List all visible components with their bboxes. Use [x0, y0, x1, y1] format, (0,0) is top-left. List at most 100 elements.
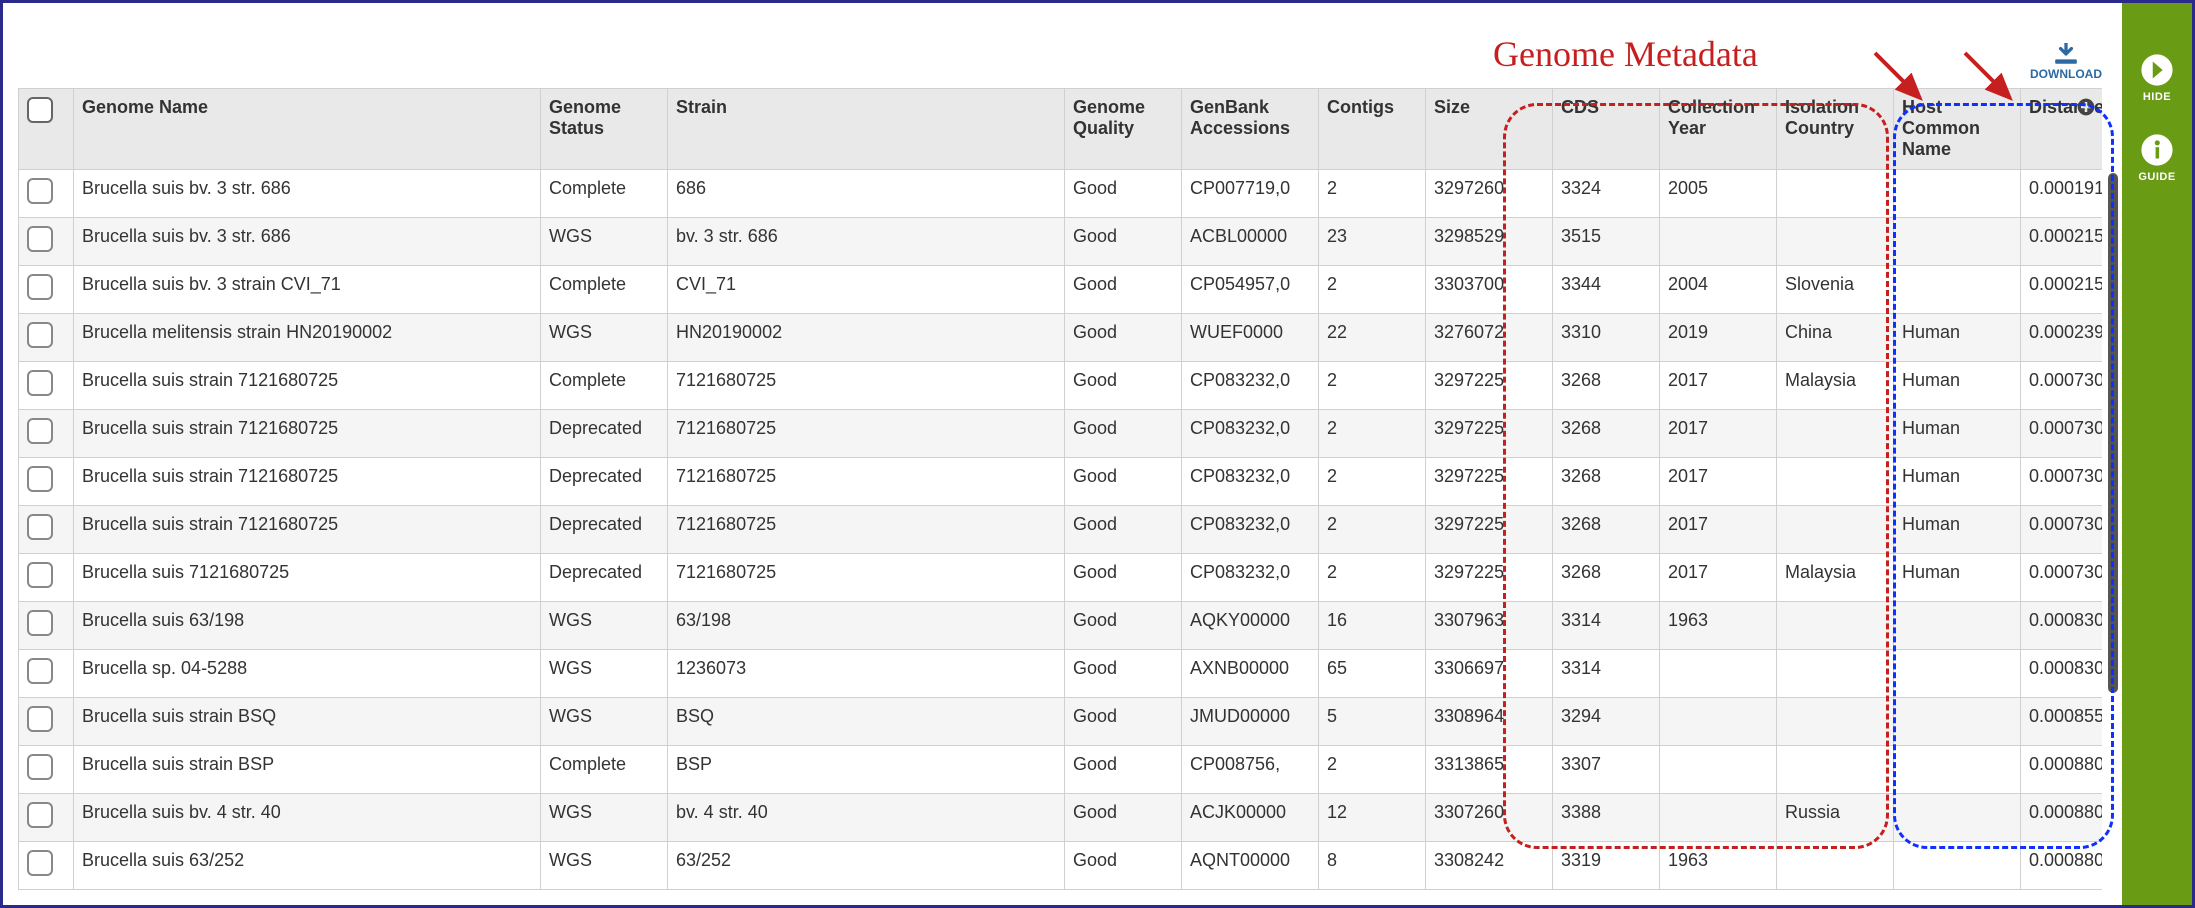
cell-quality: Good: [1065, 650, 1182, 698]
cell-iso: [1777, 458, 1894, 506]
row-checkbox[interactable]: [27, 274, 53, 300]
table-row[interactable]: Brucella sp. 04-5288WGS1236073GoodAXNB00…: [19, 650, 2103, 698]
row-select-cell: [19, 650, 74, 698]
col-cds[interactable]: CDS: [1553, 89, 1660, 170]
hide-button[interactable]: HIDE: [2140, 53, 2174, 103]
col-genbank-accessions[interactable]: GenBank Accessions: [1182, 89, 1319, 170]
info-circle-icon: [2140, 133, 2174, 167]
table-row[interactable]: Brucella suis bv. 3 str. 686Complete686G…: [19, 170, 2103, 218]
cell-iso: Malaysia: [1777, 362, 1894, 410]
vertical-scrollbar[interactable]: [2108, 173, 2118, 693]
row-checkbox[interactable]: [27, 706, 53, 732]
cell-gb: CP083232,0: [1182, 554, 1319, 602]
row-checkbox[interactable]: [27, 514, 53, 540]
cell-name: Brucella suis strain 7121680725: [74, 506, 541, 554]
cell-size: 3307260: [1426, 794, 1553, 842]
select-all-checkbox[interactable]: [27, 97, 53, 123]
cell-contigs: 8: [1319, 842, 1426, 890]
cell-strain: 686: [668, 170, 1065, 218]
cell-year: 2017: [1660, 506, 1777, 554]
cell-contigs: 2: [1319, 890, 1426, 891]
row-select-cell: [19, 458, 74, 506]
cell-gb: WUEF0000: [1182, 314, 1319, 362]
cell-size: 3297225: [1426, 410, 1553, 458]
cell-distance: 0.00088095: [2021, 842, 2103, 890]
cell-contigs: 12: [1319, 794, 1426, 842]
row-checkbox[interactable]: [27, 370, 53, 396]
cell-cds: 3314: [1553, 602, 1660, 650]
col-strain[interactable]: Strain: [668, 89, 1065, 170]
row-checkbox[interactable]: [27, 466, 53, 492]
guide-label: GUIDE: [2138, 171, 2175, 183]
col-isolation-country[interactable]: Isolation Country: [1777, 89, 1894, 170]
table-row[interactable]: Brucella suis bv. 4 str. 40WGSbv. 4 str.…: [19, 794, 2103, 842]
cell-status: Deprecated: [541, 506, 668, 554]
table-row[interactable]: Brucella suis strain BSPCompleteBSPGoodC…: [19, 746, 2103, 794]
column-settings-button[interactable]: [2076, 97, 2096, 120]
row-checkbox[interactable]: [27, 658, 53, 684]
cell-contigs: 16: [1319, 602, 1426, 650]
row-checkbox[interactable]: [27, 850, 53, 876]
cell-strain: FDAARGOS_420: [668, 890, 1065, 891]
col-genome-status[interactable]: Genome Status: [541, 89, 668, 170]
col-host-common-name[interactable]: Host Common Name: [1894, 89, 2021, 170]
table-row[interactable]: Brucella suis bv. 3 str. 686WGSbv. 3 str…: [19, 218, 2103, 266]
table-row[interactable]: Brucella suis strain BSQWGSBSQGoodJMUD00…: [19, 698, 2103, 746]
table-row[interactable]: Brucella suis 7121680725Deprecated712168…: [19, 554, 2103, 602]
cell-contigs: 5: [1319, 698, 1426, 746]
cell-quality: Good: [1065, 698, 1182, 746]
cell-strain: 7121680725: [668, 506, 1065, 554]
cell-size: 3297260: [1426, 170, 1553, 218]
row-checkbox[interactable]: [27, 610, 53, 636]
cell-gb: CP083232,0: [1182, 410, 1319, 458]
cell-quality: Good: [1065, 890, 1182, 891]
table-row[interactable]: Brucella suis strain 7121680725Complete7…: [19, 362, 2103, 410]
cell-status: WGS: [541, 794, 668, 842]
cell-quality: Good: [1065, 746, 1182, 794]
cell-distance: 0.00021574: [2021, 218, 2103, 266]
cell-distance: 0.00073074: [2021, 506, 2103, 554]
cell-strain: 7121680725: [668, 362, 1065, 410]
table-row[interactable]: Brucella suis 63/198WGS63/198GoodAQKY000…: [19, 602, 2103, 650]
col-size[interactable]: Size: [1426, 89, 1553, 170]
col-genome-quality[interactable]: Genome Quality: [1065, 89, 1182, 170]
row-select-cell: [19, 170, 74, 218]
cell-name: Brucella canis strain FDAARGOS_420: [74, 890, 541, 891]
row-checkbox[interactable]: [27, 226, 53, 252]
col-contigs[interactable]: Contigs: [1319, 89, 1426, 170]
cell-cds: 3268: [1553, 506, 1660, 554]
guide-button[interactable]: GUIDE: [2138, 133, 2175, 183]
cell-status: Complete: [541, 890, 668, 891]
cell-cds: 3515: [1553, 218, 1660, 266]
col-collection-year[interactable]: Collection Year: [1660, 89, 1777, 170]
cell-quality: Good: [1065, 410, 1182, 458]
cell-gb: CP083232,0: [1182, 458, 1319, 506]
row-checkbox[interactable]: [27, 418, 53, 444]
cell-size: 3313865: [1426, 746, 1553, 794]
cell-cds: 3324: [1553, 170, 1660, 218]
row-checkbox[interactable]: [27, 754, 53, 780]
row-select-cell: [19, 794, 74, 842]
col-genome-name[interactable]: Genome Name: [74, 89, 541, 170]
row-checkbox[interactable]: [27, 322, 53, 348]
cell-quality: Good: [1065, 362, 1182, 410]
table-row[interactable]: Brucella suis bv. 3 strain CVI_71Complet…: [19, 266, 2103, 314]
table-row[interactable]: Brucella suis strain 7121680725Deprecate…: [19, 458, 2103, 506]
table-row[interactable]: Brucella melitensis strain HN20190002WGS…: [19, 314, 2103, 362]
table-row[interactable]: Brucella canis strain FDAARGOS_420Comple…: [19, 890, 2103, 891]
table-row[interactable]: Brucella suis 63/252WGS63/252GoodAQNT000…: [19, 842, 2103, 890]
cell-contigs: 22: [1319, 314, 1426, 362]
row-checkbox[interactable]: [27, 562, 53, 588]
table-row[interactable]: Brucella suis strain 7121680725Deprecate…: [19, 506, 2103, 554]
cell-contigs: 23: [1319, 218, 1426, 266]
row-checkbox[interactable]: [27, 802, 53, 828]
cell-contigs: 65: [1319, 650, 1426, 698]
cell-iso: Slovenia: [1777, 266, 1894, 314]
cell-gb: ACBL00000: [1182, 218, 1319, 266]
download-button[interactable]: DOWNLOAD: [2030, 43, 2102, 81]
cell-distance: 0.00083072: [2021, 602, 2103, 650]
cell-year: 1963: [1660, 842, 1777, 890]
select-all-header: [19, 89, 74, 170]
row-checkbox[interactable]: [27, 178, 53, 204]
table-row[interactable]: Brucella suis strain 7121680725Deprecate…: [19, 410, 2103, 458]
